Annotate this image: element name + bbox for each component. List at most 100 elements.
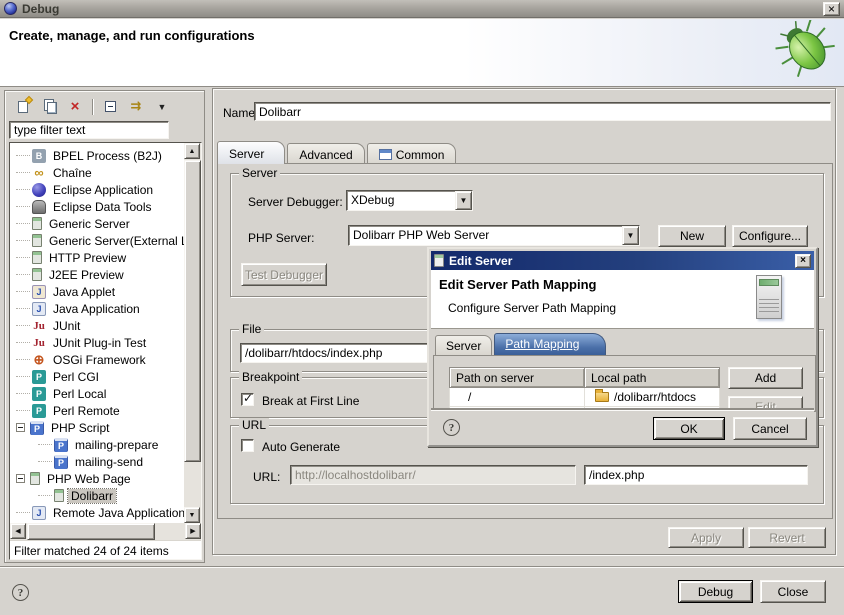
table-header-row: Path on serverLocal path xyxy=(450,368,720,388)
debug-button[interactable]: Debug xyxy=(678,580,753,603)
ok-button[interactable]: OK xyxy=(653,417,725,440)
tree-connector xyxy=(16,291,30,292)
base-url-input xyxy=(290,465,576,485)
tree-item-remote-java-application[interactable]: J Remote Java Application xyxy=(10,504,184,521)
dialog-tabs: ServerPath Mapping xyxy=(435,333,608,355)
tree-item-perl-local[interactable]: P Perl Local xyxy=(10,385,184,402)
database-icon xyxy=(32,200,46,214)
url-path-input[interactable] xyxy=(584,465,808,485)
url-label: URL: xyxy=(253,470,280,484)
tree-item-perl-remote[interactable]: P Perl Remote xyxy=(10,402,184,419)
mapping-row[interactable]: //dolibarr/htdocs xyxy=(450,388,720,407)
configure-server-button[interactable]: Configure... xyxy=(732,225,808,247)
tree-connector xyxy=(38,444,52,445)
tree-item-generic-server[interactable]: Generic Server xyxy=(10,215,184,232)
php-server-icon xyxy=(30,472,40,485)
tree-item-php-web-page[interactable]: PHP Web Page xyxy=(10,470,184,487)
tree-connector xyxy=(16,257,30,258)
java-app-icon: J xyxy=(32,302,46,316)
url-group-legend: URL xyxy=(239,418,269,432)
tree-connector xyxy=(16,189,30,190)
chevron-down-icon[interactable]: ▼ xyxy=(622,226,639,245)
dialog-heading: Edit Server Path Mapping xyxy=(439,277,596,292)
tree-connector xyxy=(16,274,30,275)
tree-connector xyxy=(16,342,30,343)
scroll-left-icon[interactable]: ◀ xyxy=(10,523,26,539)
help-icon[interactable]: ? xyxy=(12,584,29,601)
tree-item-mailing-prepare[interactable]: P mailing-prepare xyxy=(10,436,184,453)
name-input[interactable] xyxy=(254,102,831,121)
tree-item-junit-plug-in-test[interactable]: Ju JUnit Plug-in Test xyxy=(10,334,184,351)
server-icon xyxy=(32,251,42,264)
window-close-button[interactable]: × xyxy=(823,2,840,16)
server-debugger-select[interactable]: XDebug ▼ xyxy=(346,190,473,211)
remote-java-icon: J xyxy=(32,506,46,520)
junit-icon: Ju xyxy=(32,319,46,333)
expander-icon[interactable] xyxy=(16,423,25,432)
filter-icon[interactable]: ⇉ xyxy=(125,96,147,118)
delete-icon[interactable]: × xyxy=(64,96,86,118)
tab-common[interactable]: Common xyxy=(367,143,457,164)
scroll-right-icon[interactable]: ▶ xyxy=(185,523,201,539)
vscroll-thumb[interactable] xyxy=(184,160,201,462)
new-config-icon[interactable] xyxy=(12,96,34,118)
tree-item-dolibarr[interactable]: Dolibarr xyxy=(10,487,184,504)
hscroll-thumb[interactable] xyxy=(27,523,155,540)
dialog-help-icon[interactable]: ? xyxy=(443,419,460,436)
tree-item-mailing-send[interactable]: P mailing-send xyxy=(10,453,184,470)
tree-item-java-applet[interactable]: J Java Applet xyxy=(10,283,184,300)
auto-generate-checkbox[interactable] xyxy=(241,439,254,452)
scroll-up-icon[interactable]: ▲ xyxy=(184,143,200,159)
dialog-tab-server[interactable]: Server xyxy=(435,335,492,355)
close-button[interactable]: Close xyxy=(760,580,826,603)
tree-horizontal-scrollbar[interactable]: ◀ ▶ xyxy=(10,523,201,540)
tree-item-java-application[interactable]: J Java Application xyxy=(10,300,184,317)
tree-item-php-script[interactable]: P PHP Script xyxy=(10,419,184,436)
chevron-down-icon[interactable]: ▼ xyxy=(455,191,472,210)
tree-item-j2ee-preview[interactable]: J2EE Preview xyxy=(10,266,184,283)
duplicate-icon[interactable] xyxy=(38,96,60,118)
tree-item-eclipse-data-tools[interactable]: Eclipse Data Tools xyxy=(10,198,184,215)
window-title: Debug xyxy=(22,2,59,16)
dialog-tab-path-mapping[interactable]: Path Mapping xyxy=(494,333,606,355)
collapse-all-icon[interactable] xyxy=(99,96,121,118)
tab-server[interactable]: Server xyxy=(217,141,285,164)
tree-item-cha-ne[interactable]: ∞ Chaîne xyxy=(10,164,184,181)
config-tree: B BPEL Process (B2J) ∞ Chaîne Eclipse Ap… xyxy=(10,143,184,523)
new-server-button[interactable]: New xyxy=(658,225,726,247)
tab-advanced[interactable]: Advanced xyxy=(287,143,364,164)
tree-connector xyxy=(16,325,30,326)
perl-icon: P xyxy=(32,370,46,384)
dropdown-arrow-icon[interactable]: ▼ xyxy=(151,96,173,118)
cancel-button[interactable]: Cancel xyxy=(733,417,807,440)
tree-connector xyxy=(16,359,30,360)
osgi-icon: ⊕ xyxy=(32,353,46,367)
path-mapping-table: Path on serverLocal path //dolibarr/htdo… xyxy=(449,367,720,412)
tree-item-http-preview[interactable]: HTTP Preview xyxy=(10,249,184,266)
dialog-button-bar: ? OK Cancel xyxy=(431,410,814,443)
revert-button[interactable]: Revert xyxy=(748,527,826,548)
tree-vertical-scrollbar[interactable]: ▲ ▼ xyxy=(184,143,201,523)
tree-item-osgi-framework[interactable]: ⊕ OSGi Framework xyxy=(10,351,184,368)
test-debugger-button[interactable]: Test Debugger xyxy=(241,263,327,286)
edit-server-header: Edit Server Path Mapping Configure Serve… xyxy=(431,270,814,329)
tree-item-bpel-process-b2j[interactable]: B BPEL Process (B2J) xyxy=(10,147,184,164)
column-header-path-on-server[interactable]: Path on server xyxy=(450,368,585,388)
expander-icon[interactable] xyxy=(16,474,25,483)
breakpoint-group-legend: Breakpoint xyxy=(239,370,302,384)
filter-input[interactable] xyxy=(9,121,169,139)
tree-item-perl-cgi[interactable]: P Perl CGI xyxy=(10,368,184,385)
tree-item-generic-server-external-la[interactable]: Generic Server(External La xyxy=(10,232,184,249)
add-mapping-button[interactable]: Add xyxy=(728,367,803,389)
scroll-down-icon[interactable]: ▼ xyxy=(184,507,200,523)
tree-item-eclipse-application[interactable]: Eclipse Application xyxy=(10,181,184,198)
dialog-close-button[interactable]: × xyxy=(795,254,811,268)
break-at-first-line-checkbox[interactable] xyxy=(241,393,254,406)
column-header-local-path[interactable]: Local path xyxy=(585,368,720,388)
php-server-select[interactable]: Dolibarr PHP Web Server ▼ xyxy=(348,225,640,246)
editor-tabs: ServerAdvancedCommon xyxy=(217,141,458,164)
footer-separator xyxy=(0,566,844,568)
tree-connector xyxy=(16,410,30,411)
tree-item-junit[interactable]: Ju JUnit xyxy=(10,317,184,334)
apply-button[interactable]: Apply xyxy=(668,527,744,548)
